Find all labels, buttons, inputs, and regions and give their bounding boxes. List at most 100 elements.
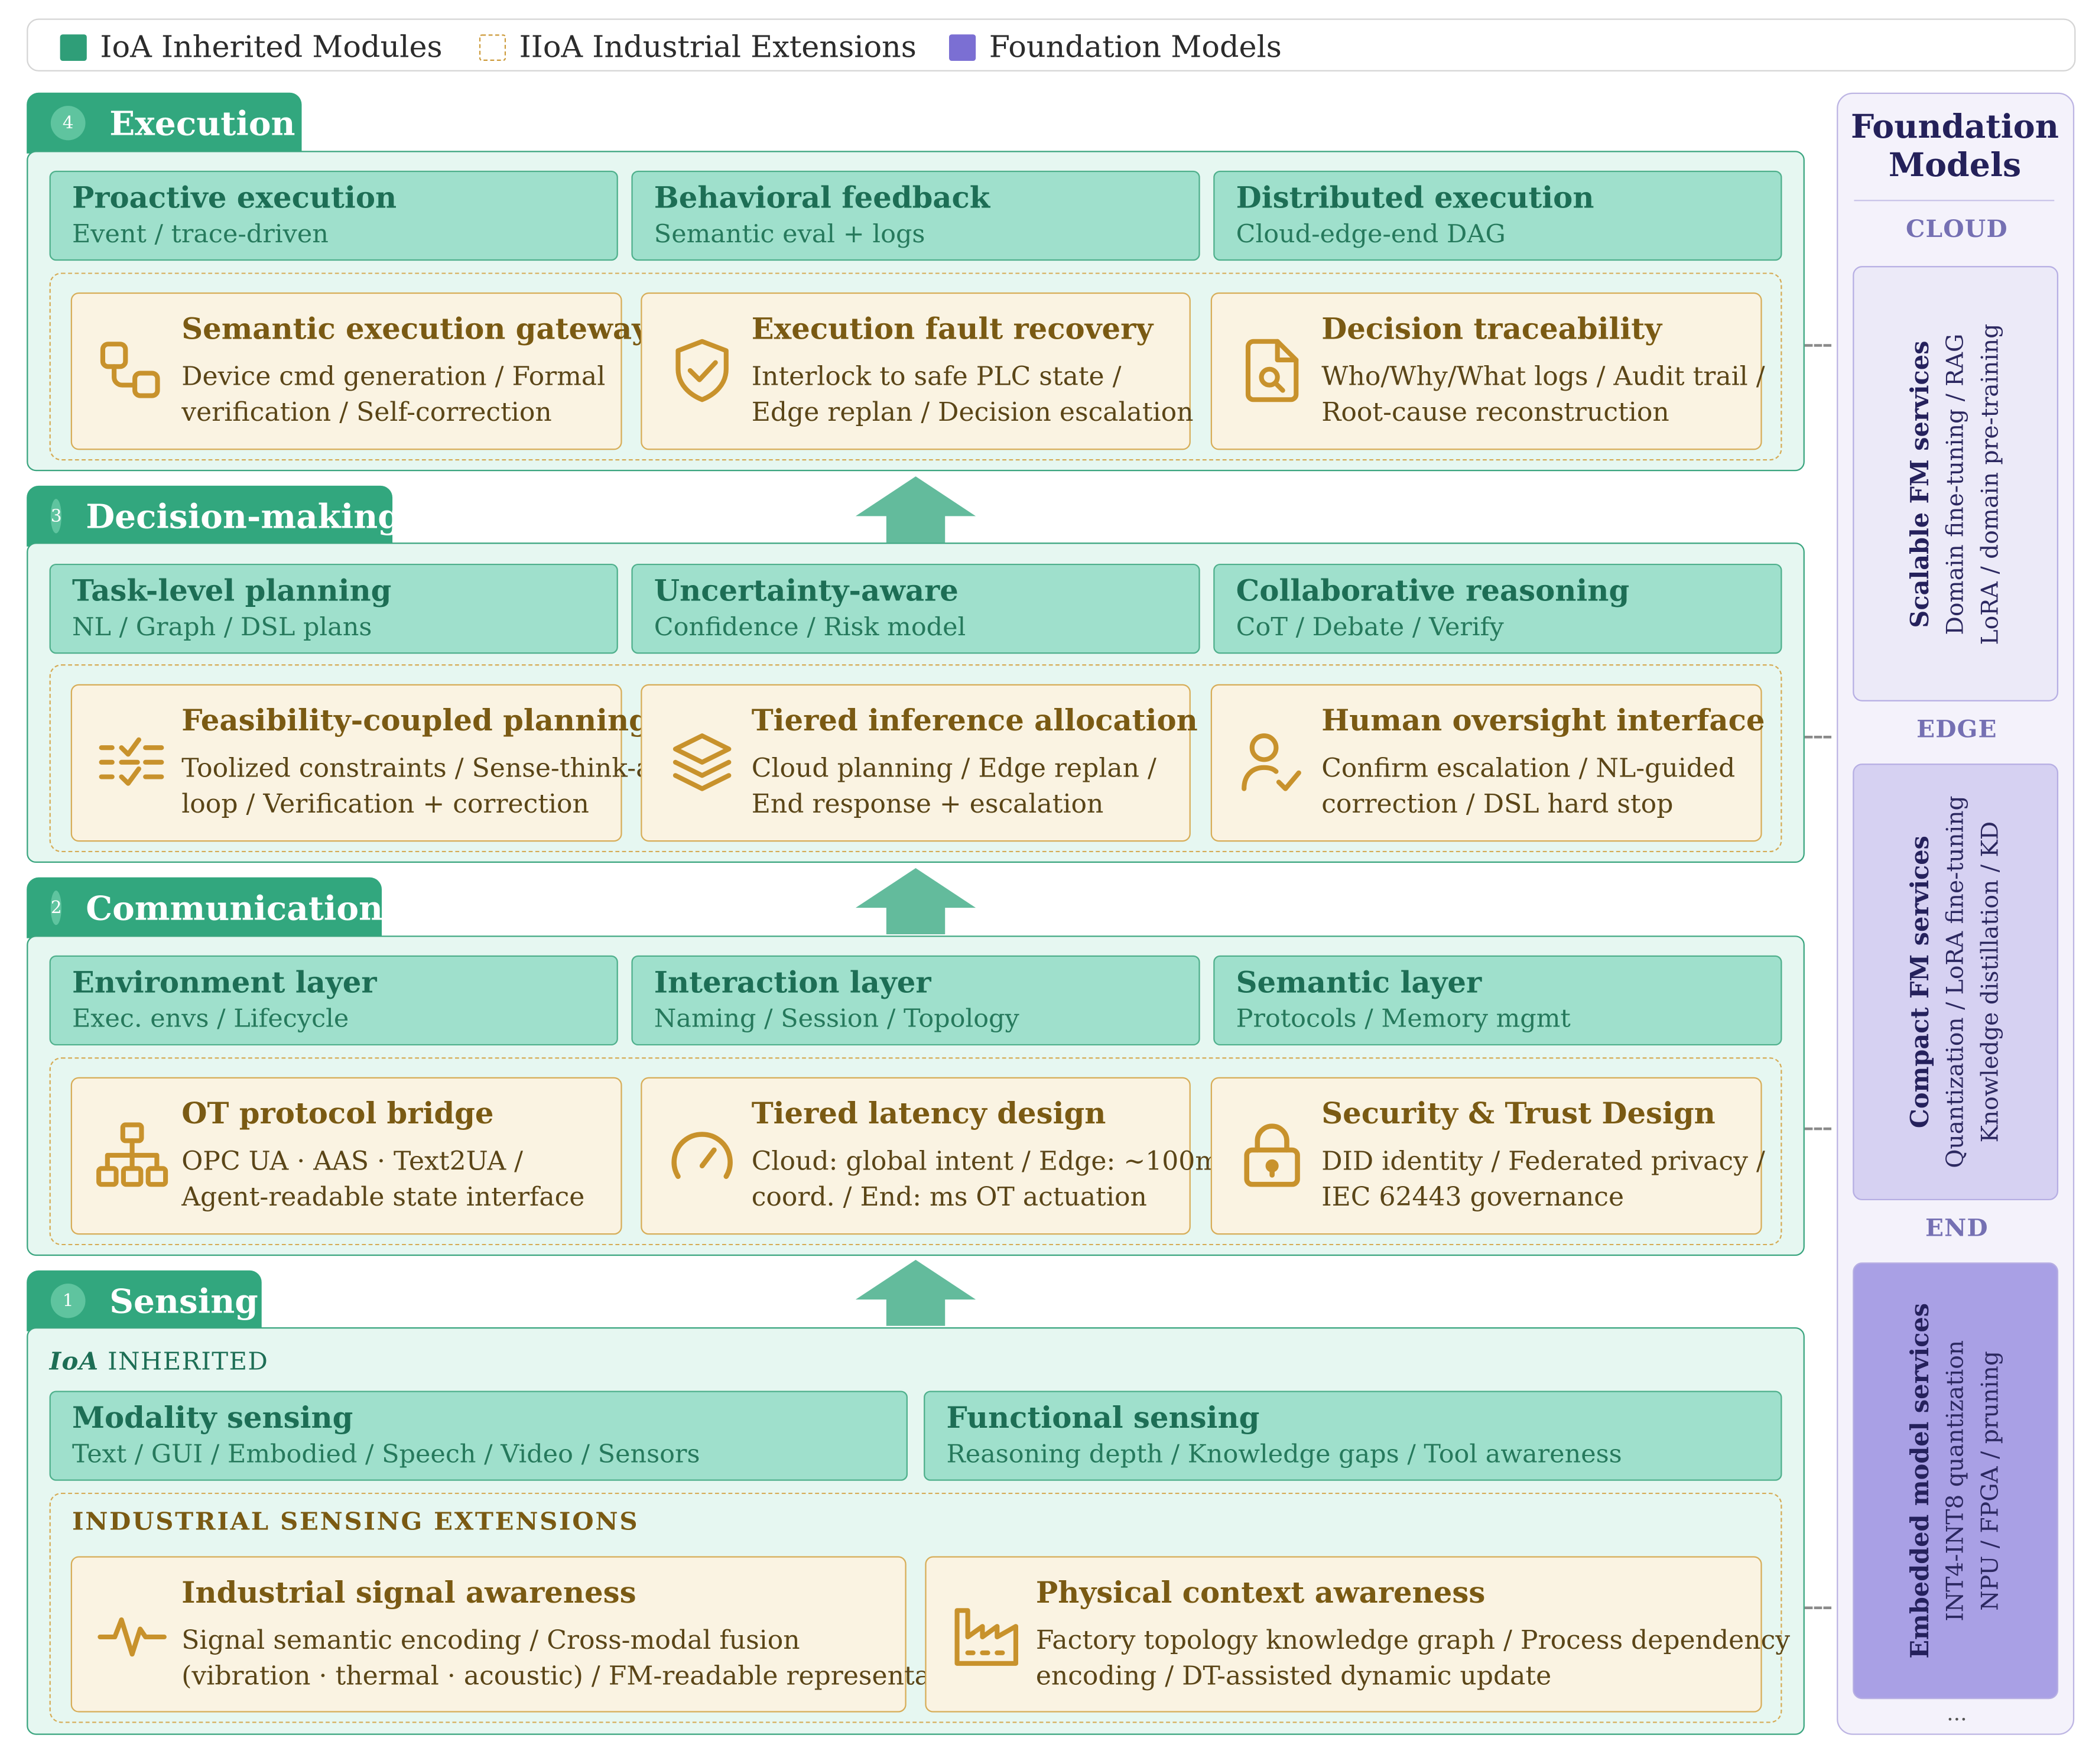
desc-line: coord. / End: ms OT actuation xyxy=(751,1181,1147,1212)
module-subtitle: CoT / Debate / Verify xyxy=(1236,612,1504,642)
extension-desc: Signal semantic encoding / Cross-modal f… xyxy=(181,1624,981,1694)
service-detail: NPU / FPGA / pruning xyxy=(1977,1351,2004,1611)
extension-title: Security & Trust Design xyxy=(1321,1097,1716,1132)
up-arrow-icon xyxy=(855,1259,976,1326)
file-search-icon xyxy=(1234,333,1309,407)
gauge-icon xyxy=(665,1118,739,1192)
desc-line: verification / Self-correction xyxy=(181,396,552,427)
layer-title: Communication xyxy=(86,888,384,927)
up-arrow-icon xyxy=(855,868,976,934)
service-name: Scalable FM services xyxy=(1906,340,1935,628)
foundation-title: Foundation Models xyxy=(1838,107,2071,184)
extension-card: Decision traceability Who/Why/What logs … xyxy=(1210,292,1765,450)
inherited-section-label: IoA INHERITED xyxy=(50,1349,269,1376)
extension-desc: Cloud planning / Edge replan / End respo… xyxy=(752,752,1156,822)
extension-desc: Confirm escalation / NL-guided correctio… xyxy=(1321,752,1735,822)
module-title: Task-level planning xyxy=(72,574,392,609)
extension-desc: Device cmd generation / Formal verificat… xyxy=(181,360,605,430)
legend-label: IoA Inherited Modules xyxy=(100,30,443,65)
label-emphasis: IoA xyxy=(49,1348,99,1376)
purple-swatch-icon xyxy=(948,34,976,61)
lock-icon xyxy=(1234,1118,1309,1192)
cloud-fm-service: Scalable FM services Domain fine-tuning … xyxy=(1853,266,2059,701)
layer-number-badge: 2 xyxy=(50,891,62,925)
module-subtitle: Exec. envs / Lifecycle xyxy=(72,1004,349,1034)
extension-card: OT protocol bridge OPC UA · AAS · Text2U… xyxy=(70,1077,622,1235)
desc-line: Interlock to safe PLC state / xyxy=(751,361,1122,392)
service-detail: Knowledge distillation / KD xyxy=(1977,821,2004,1143)
module-title: Semantic layer xyxy=(1236,966,1482,1000)
extensions-section-label: INDUSTRIAL SENSING EXTENSIONS xyxy=(72,1508,639,1536)
up-arrow-icon xyxy=(855,476,976,543)
network-icon xyxy=(95,1118,169,1192)
green-swatch-icon xyxy=(60,34,87,61)
inherited-module-card: Proactive execution Event / trace-driven xyxy=(49,170,618,261)
extension-title: Feasibility-coupled planning xyxy=(181,704,649,739)
desc-line: Toolized constraints / Sense-think-act xyxy=(181,753,677,784)
extension-title: Tiered latency design xyxy=(751,1097,1106,1132)
extension-card: Feasibility-coupled planning Toolized co… xyxy=(70,684,677,842)
desc-line: correction / DSL hard stop xyxy=(1321,788,1674,819)
module-subtitle: NL / Graph / DSL plans xyxy=(72,612,372,642)
inherited-module-card: Modality sensing Text / GUI / Embodied /… xyxy=(49,1391,908,1481)
desc-line: Agent-readable state interface xyxy=(181,1181,585,1212)
extension-title: Industrial signal awareness xyxy=(181,1576,636,1611)
extension-title: Execution fault recovery xyxy=(751,312,1154,347)
module-subtitle: Naming / Session / Topology xyxy=(654,1004,1019,1034)
module-title: Distributed execution xyxy=(1236,181,1594,216)
shield-check-icon xyxy=(665,333,739,407)
module-title: Behavioral feedback xyxy=(654,181,990,216)
decision-layer-tab: 3 Decision-making xyxy=(27,485,401,547)
inherited-module-card: Distributed execution Cloud-edge-end DAG xyxy=(1213,170,1782,261)
execution-layer-tab: 4 Execution xyxy=(27,92,302,154)
extension-card: Execution fault recovery Interlock to sa… xyxy=(641,292,1194,450)
layers-icon xyxy=(665,725,739,799)
desc-line: Who/Why/What logs / Audit trail / xyxy=(1321,361,1765,392)
layer-number-badge: 3 xyxy=(50,499,62,534)
service-name: Embedded model services xyxy=(1906,1302,1935,1659)
layer-title: Decision-making xyxy=(86,496,401,535)
label-text: INHERITED xyxy=(99,1348,269,1376)
desc-line: Cloud: global intent / Edge: ~100ms xyxy=(751,1146,1233,1177)
extension-title: Tiered inference allocation xyxy=(751,704,1198,739)
extension-card: Security & Trust Design DID identity / F… xyxy=(1210,1077,1765,1235)
desc-line: DID identity / Federated privacy / xyxy=(1321,1146,1765,1177)
desc-line: encoding / DT-assisted dynamic update xyxy=(1035,1660,1552,1691)
module-title: Functional sensing xyxy=(946,1401,1260,1436)
service-detail: LoRA / domain pre-training xyxy=(1977,323,2004,645)
communication-layer-tab: 2 Communication xyxy=(27,877,384,938)
foundation-models-column: Foundation Models CLOUD Scalable FM serv… xyxy=(1837,92,2075,1735)
service-detail: Domain fine-tuning / RAG xyxy=(1942,333,1970,635)
service-text: Embedded model services INT4-INT8 quanti… xyxy=(1903,1303,2008,1659)
sensing-layer-tab: 1 Sensing xyxy=(27,1270,262,1331)
desc-line: OPC UA · AAS · Text2UA / xyxy=(181,1146,524,1177)
module-title: Environment layer xyxy=(72,966,377,1000)
module-title: Proactive execution xyxy=(72,181,397,216)
layer-title: Sensing xyxy=(109,1281,258,1320)
extension-desc: DID identity / Federated privacy / IEC 6… xyxy=(1321,1145,1765,1215)
extension-title: Physical context awareness xyxy=(1035,1576,1486,1611)
desc-line: Signal semantic encoding / Cross-modal f… xyxy=(181,1625,800,1656)
module-title: Uncertainty-aware xyxy=(654,574,959,609)
module-subtitle: Protocols / Memory mgmt xyxy=(1236,1004,1571,1034)
legend-label: Foundation Models xyxy=(989,30,1282,65)
connector-line xyxy=(1804,736,1832,739)
divider xyxy=(1854,200,2055,202)
extension-desc: Interlock to safe PLC state / Edge repla… xyxy=(752,360,1194,430)
service-text: Scalable FM services Domain fine-tuning … xyxy=(1903,323,2008,645)
extension-card: Industrial signal awareness Signal seman… xyxy=(70,1556,982,1713)
extension-desc: Cloud: global intent / Edge: ~100ms coor… xyxy=(752,1145,1233,1215)
title-line: Foundation xyxy=(1851,107,2059,146)
extension-desc: OPC UA · AAS · Text2UA / Agent-readable … xyxy=(181,1145,584,1215)
desc-line: Device cmd generation / Formal xyxy=(181,361,606,392)
desc-line: Cloud planning / Edge replan / xyxy=(751,753,1156,784)
user-check-icon xyxy=(1234,725,1309,799)
extension-card: Tiered latency design Cloud: global inte… xyxy=(641,1077,1233,1235)
legend-label: IIoA Industrial Extensions xyxy=(519,30,917,65)
desc-line: End response + escalation xyxy=(751,788,1104,819)
extension-card: Tiered inference allocation Cloud planni… xyxy=(641,684,1198,842)
dashed-swatch-icon xyxy=(479,34,506,61)
module-subtitle: Reasoning depth / Knowledge gaps / Tool … xyxy=(946,1440,1622,1469)
desc-line: IEC 62443 governance xyxy=(1321,1181,1625,1212)
workflow-icon xyxy=(95,333,169,407)
